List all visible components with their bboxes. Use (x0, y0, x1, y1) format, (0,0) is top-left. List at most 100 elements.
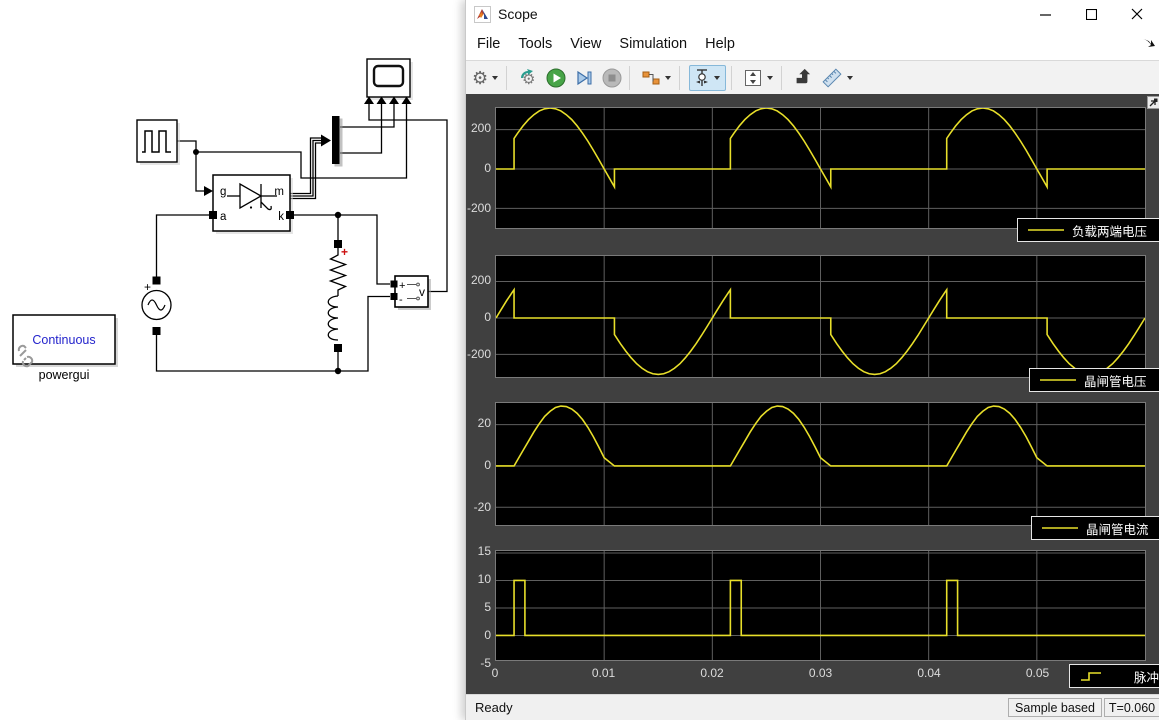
source-top-port (153, 277, 161, 285)
minimize-icon (1040, 9, 1051, 20)
axes-scaling-icon (743, 68, 763, 88)
plot-load-voltage[interactable] (495, 107, 1146, 229)
toolbar-separator (781, 66, 782, 90)
legend-line-sample (1040, 522, 1080, 534)
trigger-dropdown-icon[interactable] (714, 76, 720, 80)
highlight-block-button[interactable]: ⚙ (516, 66, 540, 90)
plot-pulse[interactable] (495, 550, 1146, 661)
vm-minus-port (391, 293, 398, 300)
measurements-button[interactable] (819, 66, 845, 90)
model-diagram: g m a k + + (0, 0, 465, 720)
port-label-a: a (220, 211, 227, 223)
signal-selector-icon (641, 69, 661, 87)
scope-screen-icon (374, 66, 403, 86)
simulink-model-canvas[interactable]: g m a k + + (0, 0, 465, 720)
rlc-bottom-port (334, 344, 342, 352)
status-text: Ready (475, 700, 513, 715)
y-tick-label: 20 (466, 416, 491, 430)
legend-pulse[interactable]: 脉冲 (1069, 664, 1159, 688)
x-tick-label: 0 (470, 666, 520, 680)
play-icon (546, 68, 566, 88)
legend-line-sample (1026, 224, 1066, 236)
playback-control-button[interactable] (791, 66, 815, 90)
y-tick-label: 200 (466, 121, 491, 135)
x-tick-label: 0.01 (579, 666, 629, 680)
port-a-square (209, 211, 217, 219)
menu-file[interactable]: File (477, 32, 500, 56)
playback-arrow-icon (793, 68, 813, 88)
sim-time-badge: T=0.060 (1104, 698, 1159, 717)
legend-label: 负载两端电压 (1072, 221, 1147, 240)
toolbar: ⚙ ⚙ (466, 60, 1159, 95)
powergui-block[interactable]: Continuous powergui (13, 315, 118, 382)
powergui-label: powergui (39, 368, 90, 382)
signal-selector-button[interactable] (639, 66, 663, 90)
y-tick-label: -200 (466, 201, 491, 215)
scope-window: Scope File Tools View Simulation Help ⚙ (465, 0, 1159, 720)
stop-button[interactable] (600, 66, 624, 90)
vm-plus-port (391, 281, 398, 288)
trigger-icon (692, 68, 712, 88)
port-label-m: m (274, 186, 284, 198)
load-voltage-waveform (496, 108, 1145, 228)
port-k-square (286, 211, 294, 219)
menu-tools[interactable]: Tools (518, 32, 552, 56)
plot-thyristor-voltage[interactable] (495, 255, 1146, 378)
x-tick-label: 0.03 (796, 666, 846, 680)
gear-dropdown-icon[interactable] (492, 76, 498, 80)
scope-block[interactable] (364, 59, 413, 104)
powergui-mode-text: Continuous (32, 333, 95, 347)
status-bar: Ready Sample based T=0.060 (466, 694, 1159, 720)
ruler-icon (821, 68, 843, 88)
highlight-block-icon: ⚙ (518, 68, 538, 88)
demux-block[interactable] (332, 116, 343, 167)
vm-minus-label: - (399, 294, 403, 306)
menu-simulation[interactable]: Simulation (619, 32, 687, 56)
rlc-plus-label: + (341, 245, 348, 259)
step-forward-button[interactable] (572, 66, 596, 90)
step-forward-icon (574, 68, 594, 88)
voltage-measurement-block[interactable]: + - v (391, 276, 432, 310)
vm-plus-label: + (399, 280, 405, 292)
source-plus-label: + (144, 280, 151, 294)
symbol-dot (250, 206, 252, 208)
y-tick-label: 200 (466, 273, 491, 287)
pulse-generator-block[interactable] (137, 120, 180, 165)
pulse-waveform (496, 551, 1145, 660)
gear-icon: ⚙ (472, 69, 488, 87)
stop-icon (602, 68, 622, 88)
y-tick-label: 10 (466, 572, 491, 586)
menu-view[interactable]: View (570, 32, 601, 56)
title-bar[interactable]: Scope (466, 0, 1159, 28)
plot-thyristor-current[interactable] (495, 402, 1146, 526)
menu-bar: File Tools View Simulation Help (466, 28, 1159, 60)
trigger-settings-button[interactable] (689, 65, 726, 91)
toolbar-separator (731, 66, 732, 90)
close-button[interactable] (1114, 0, 1159, 28)
signal-selector-dropdown-icon[interactable] (665, 76, 671, 80)
dock-axes-button[interactable] (1147, 96, 1159, 109)
menu-help[interactable]: Help (705, 32, 735, 56)
minimize-button[interactable] (1022, 0, 1068, 28)
legend-line-sample (1038, 374, 1078, 386)
legend-step-sample (1078, 668, 1114, 684)
ac-voltage-source-block[interactable]: + (142, 277, 171, 336)
legend-label: 晶闸管电流 (1086, 519, 1149, 538)
thyristor-block[interactable]: g m a k (209, 175, 294, 234)
legend-thyristor-current[interactable]: 晶闸管电流 (1031, 516, 1159, 540)
vm-v-label: v (419, 285, 425, 299)
series-rlc-branch-block[interactable]: + (328, 240, 348, 352)
run-button[interactable] (544, 66, 568, 90)
legend-label: 脉冲 (1134, 667, 1159, 686)
menu-overflow-icon[interactable] (1142, 37, 1156, 49)
legend-load-voltage[interactable]: 负载两端电压 (1017, 218, 1159, 242)
axes-scaling-dropdown-icon[interactable] (767, 76, 773, 80)
maximize-icon (1086, 9, 1097, 20)
axes-scaling-button[interactable] (741, 66, 765, 90)
legend-thyristor-voltage[interactable]: 晶闸管电压 (1029, 368, 1159, 392)
maximize-button[interactable] (1068, 0, 1114, 28)
gear-settings-button[interactable]: ⚙ (470, 66, 490, 90)
legend-label: 晶闸管电压 (1084, 371, 1147, 390)
measurements-dropdown-icon[interactable] (847, 76, 853, 80)
window-title: Scope (498, 6, 538, 22)
